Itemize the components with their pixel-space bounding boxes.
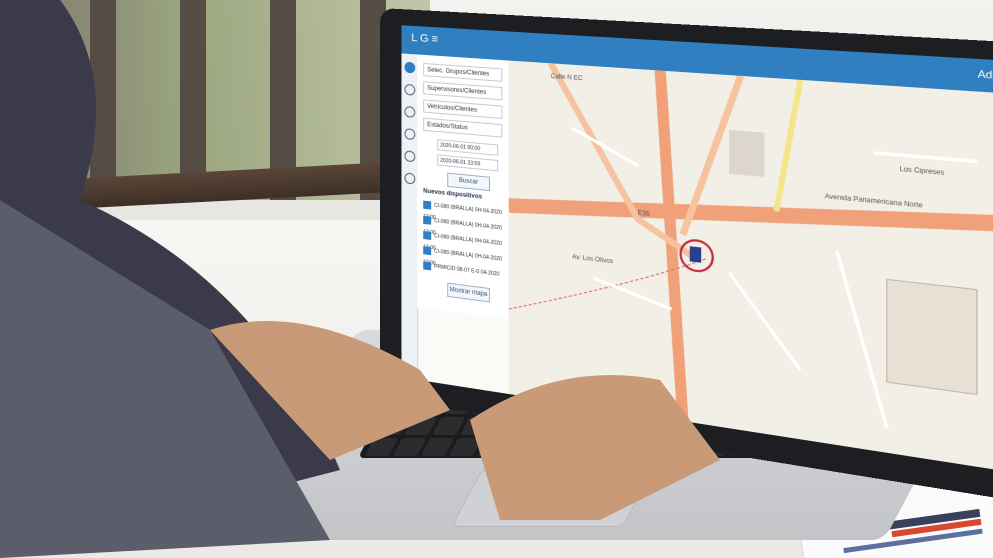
person-silhouette <box>0 0 720 558</box>
photo-scene: L G ≡ Admin Selec. Grupos/Clientes Super… <box>0 0 993 558</box>
